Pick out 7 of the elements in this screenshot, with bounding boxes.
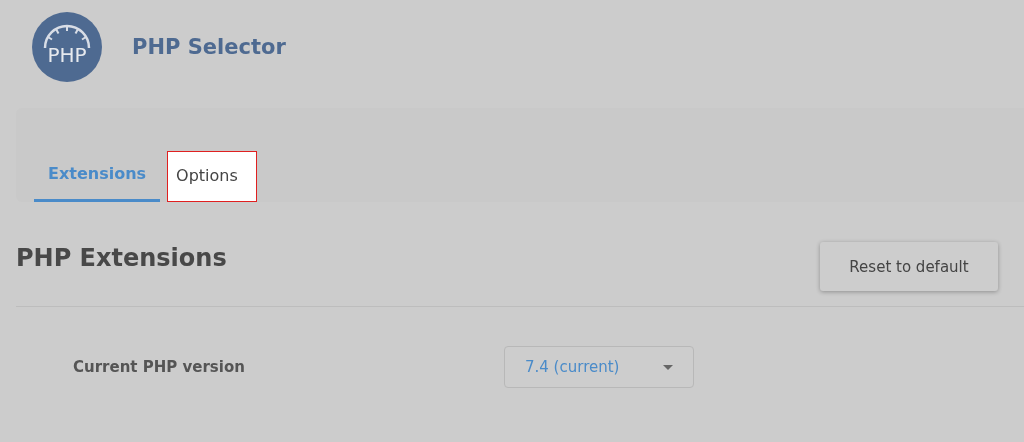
section-heading: PHP Extensions — [16, 243, 227, 272]
tab[interactable]: Options — [167, 151, 257, 202]
page-title: PHP Selector — [132, 35, 286, 59]
caret-icon — [663, 364, 673, 370]
field-label: Current PHP version — [73, 358, 246, 376]
reset-button[interactable]: Reset to default — [820, 242, 998, 291]
php-logo-icon: PHP — [32, 12, 102, 82]
